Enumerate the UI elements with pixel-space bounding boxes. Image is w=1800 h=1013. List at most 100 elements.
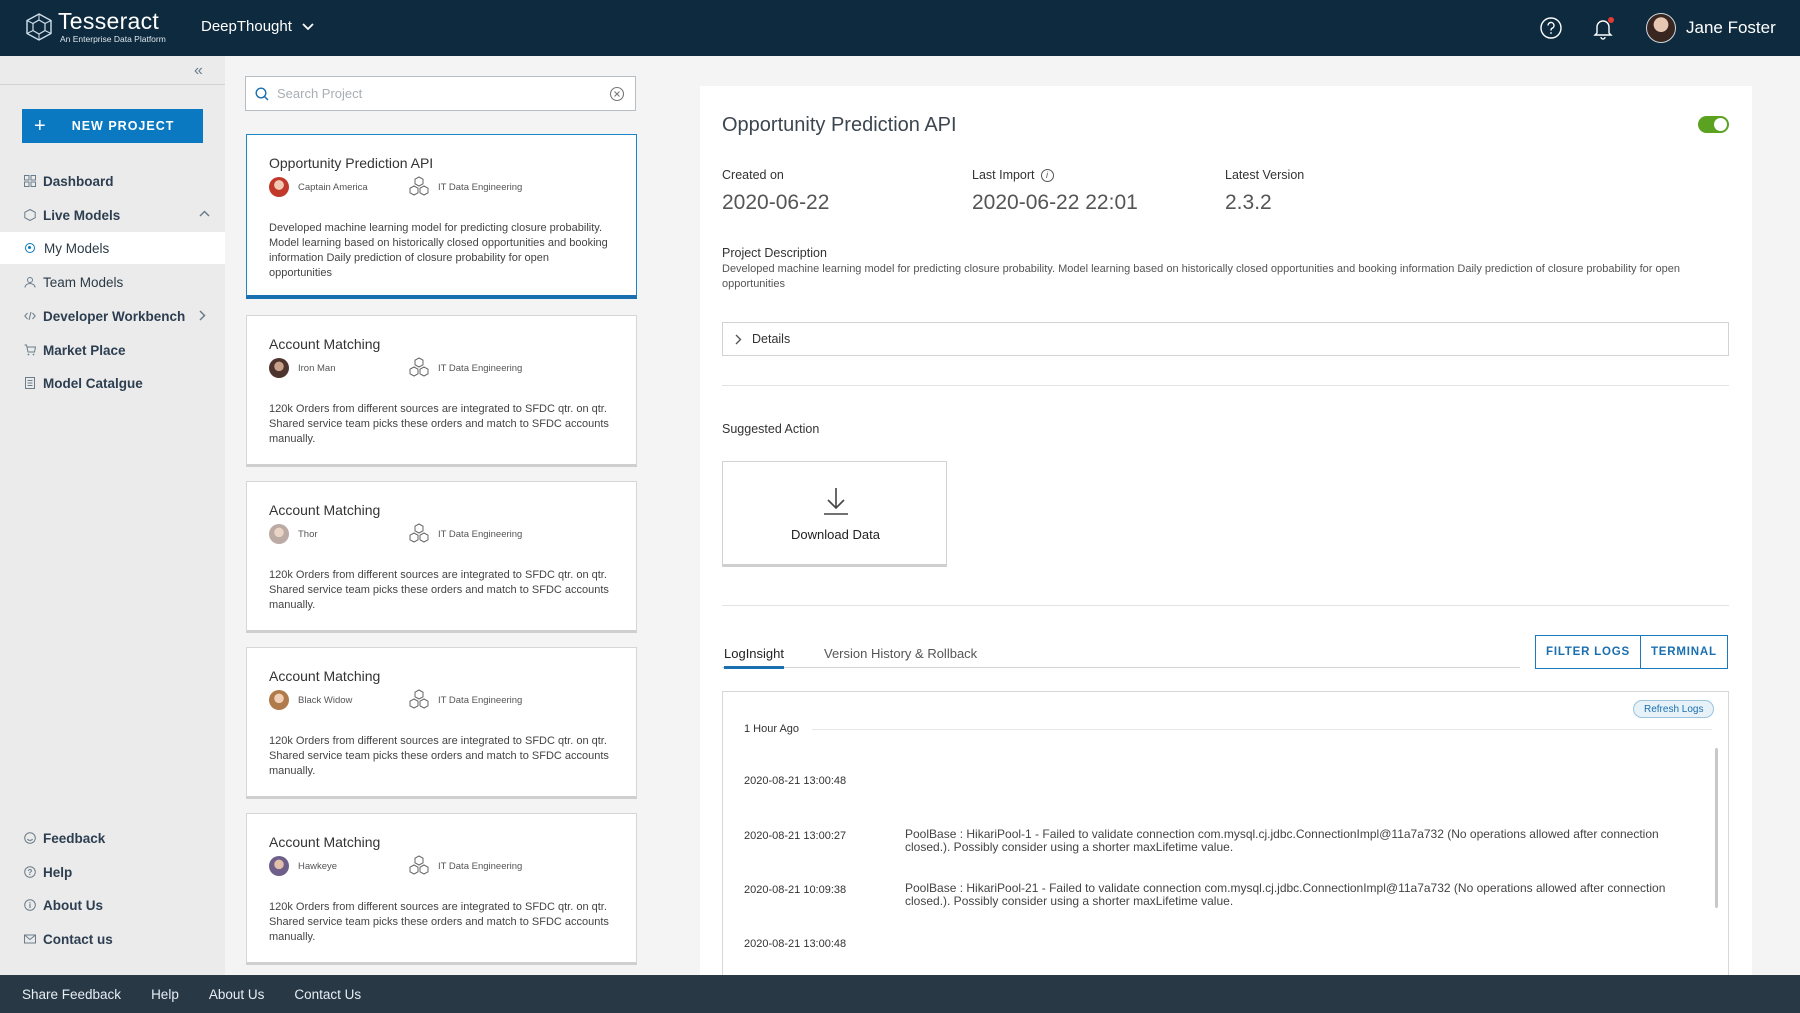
sidebar-item-market-place[interactable]: Market Place (0, 334, 225, 366)
user-name: Jane Foster (1686, 18, 1776, 37)
sidebar-item-team-models[interactable]: Team Models (0, 266, 225, 298)
project-card[interactable]: Account Matching Hawkeye IT Data Enginee… (246, 813, 637, 965)
search-input[interactable] (277, 86, 597, 101)
tab-version-history[interactable]: Version History & Rollback (824, 646, 977, 666)
mail-icon (24, 934, 36, 944)
project-team: IT Data Engineering (408, 357, 522, 379)
project-description: 120k Orders from different sources are i… (269, 569, 609, 611)
last-import-value: 2020-06-22 22:01 (972, 191, 1138, 214)
project-detail-panel: Opportunity Prediction API Created on 20… (700, 86, 1752, 981)
project-owner: Thor (269, 524, 318, 544)
workspace-selector[interactable]: DeepThought (201, 18, 314, 35)
log-scrollbar[interactable] (1715, 748, 1718, 908)
workspace-name: DeepThought (201, 18, 292, 35)
app-logo[interactable]: Tesseract An Enterprise Data Platform (26, 10, 166, 44)
footer-link-contact-us[interactable]: Contact Us (294, 987, 361, 1002)
sidebar-item-live-models[interactable]: Live Models (0, 199, 225, 231)
owner-avatar (269, 690, 289, 710)
project-owner: Captain America (269, 177, 368, 197)
tab-loginsight[interactable]: LogInsight (724, 646, 784, 669)
team-cubes-icon (409, 176, 429, 196)
project-search (245, 76, 636, 111)
project-card[interactable]: Account Matching Iron Man IT Data Engine… (246, 315, 637, 467)
owner-name: Captain America (298, 181, 368, 193)
catalogue-icon (25, 377, 35, 389)
download-data-card[interactable]: Download Data (722, 461, 947, 567)
last-import-label: Last Import (972, 168, 1035, 182)
details-accordion[interactable]: Details (722, 322, 1729, 356)
new-project-button[interactable]: + NEW PROJECT (22, 109, 203, 143)
radio-icon (25, 243, 35, 253)
team-icon (24, 277, 36, 288)
project-title: Account Matching (269, 668, 381, 684)
project-card[interactable]: Account Matching Black Widow IT Data Eng… (246, 647, 637, 799)
sidebar-item-feedback[interactable]: Feedback (0, 822, 225, 854)
project-description: 120k Orders from different sources are i… (269, 403, 609, 445)
sidebar-item-label: Developer Workbench (43, 308, 186, 324)
sidebar-item-contact-us[interactable]: Contact us (0, 923, 225, 955)
sidebar-item-model-catalogue[interactable]: Model Catalgue (0, 367, 225, 399)
latest-version: Latest Version 2.3.2 (1225, 168, 1304, 215)
log-message: PoolBase : HikariPool-1 - Failed to vali… (905, 827, 1659, 854)
project-card[interactable]: Account Matching Thor IT Data Engineerin… (246, 481, 637, 633)
chevron-right-icon (735, 334, 742, 344)
info-icon[interactable]: i (1040, 168, 1054, 182)
log-group-divider (812, 729, 1712, 730)
divider (0, 84, 225, 85)
dashboard-icon (24, 175, 36, 187)
footer-link-share-feedback[interactable]: Share Feedback (22, 987, 121, 1002)
top-header: Tesseract An Enterprise Data Platform De… (0, 0, 1800, 56)
chevron-up-icon (199, 210, 210, 217)
project-description-text: Developed machine learning model for pre… (722, 263, 1680, 290)
log-timestamp: 2020-08-21 13:00:27 (744, 830, 847, 842)
sidebar-item-label: Live Models (43, 207, 121, 223)
project-description: 120k Orders from different sources are i… (269, 735, 609, 777)
sidebar-item-my-models[interactable]: My Models (0, 232, 225, 264)
info-icon: i (24, 899, 36, 911)
terminal-button[interactable]: TERMINAL (1639, 636, 1727, 668)
sidebar-item-label: Model Catalgue (43, 375, 143, 391)
chevron-down-icon (302, 22, 314, 30)
new-project-label: NEW PROJECT (71, 119, 175, 133)
svg-text:i: i (29, 901, 31, 910)
owner-avatar (269, 358, 289, 378)
help-icon[interactable] (1538, 15, 1564, 41)
collapse-sidebar-icon[interactable]: « (194, 62, 203, 80)
clear-search-icon[interactable] (609, 86, 625, 102)
smile-icon (24, 832, 36, 844)
sidebar-item-developer-workbench[interactable]: Developer Workbench (0, 300, 225, 332)
project-description-label: Project Description (722, 246, 827, 260)
log-group-label: 1 Hour Ago (744, 723, 800, 735)
footer-link-about-us[interactable]: About Us (209, 987, 265, 1002)
project-card[interactable]: Opportunity Prediction API Captain Ameri… (246, 134, 637, 299)
sidebar-item-about-us[interactable]: i About Us (0, 889, 225, 921)
sidebar-item-help[interactable]: ? Help (0, 856, 225, 888)
app-name: Tesseract (58, 8, 160, 34)
user-menu[interactable]: Jane Foster (1646, 13, 1776, 43)
project-team: IT Data Engineering (408, 855, 522, 877)
project-description: 120k Orders from different sources are i… (269, 901, 609, 943)
project-title: Account Matching (269, 502, 381, 518)
project-team: IT Data Engineering (408, 689, 522, 711)
search-icon (255, 86, 269, 100)
user-avatar (1646, 13, 1676, 43)
owner-name: Thor (298, 528, 318, 540)
refresh-logs-button[interactable]: Refresh Logs (1633, 700, 1715, 718)
sidebar: « + NEW PROJECT Dashboard Live Models My… (0, 56, 225, 975)
log-message: PoolBase : HikariPool-21 - Failed to val… (905, 881, 1666, 908)
project-owner: Black Widow (269, 690, 352, 710)
footer-link-help[interactable]: Help (151, 987, 179, 1002)
team-name: IT Data Engineering (438, 528, 523, 540)
owner-name: Black Widow (298, 694, 353, 706)
created-on: Created on 2020-06-22 (722, 168, 829, 215)
log-timestamp: 2020-08-21 13:00:48 (744, 775, 847, 787)
divider (722, 605, 1729, 606)
project-title: Account Matching (269, 834, 381, 850)
notification-bell-icon[interactable] (1590, 15, 1616, 41)
filter-logs-button[interactable]: FILTER LOGS (1536, 636, 1640, 668)
project-enabled-toggle[interactable] (1698, 116, 1729, 133)
sidebar-item-dashboard[interactable]: Dashboard (0, 165, 225, 197)
owner-avatar (269, 177, 289, 197)
details-label: Details (752, 332, 791, 346)
download-data-label: Download Data (791, 527, 880, 542)
